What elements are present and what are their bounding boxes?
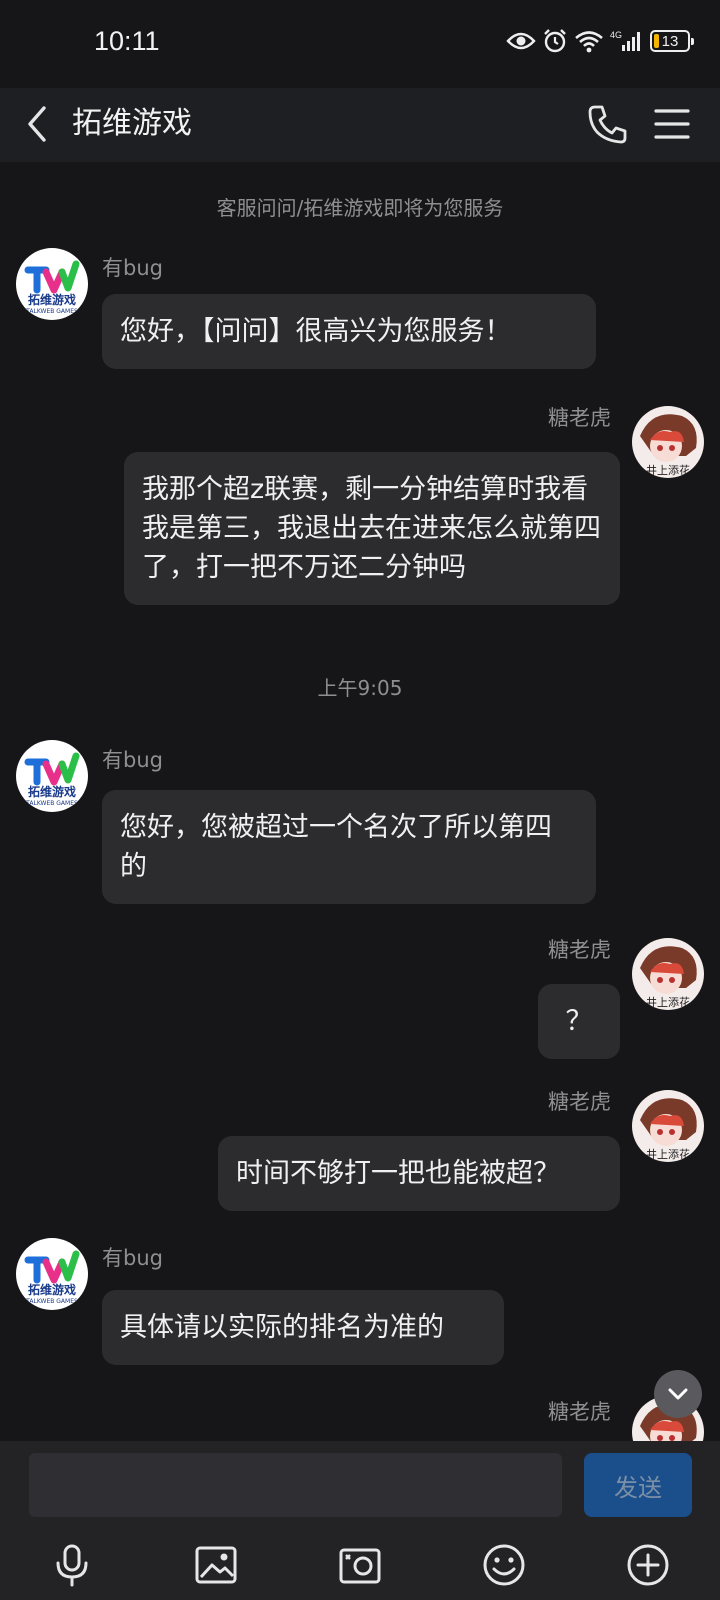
phone-icon — [588, 105, 627, 144]
svg-text:TALKWEB GAMES: TALKWEB GAMES — [25, 1298, 78, 1305]
message-bubble[interactable]: 您好，您被超过一个名次了所以第四的 — [102, 790, 596, 904]
svg-text:拓维游戏: 拓维游戏 — [28, 1282, 76, 1297]
svg-text:TALKWEB GAMES: TALKWEB GAMES — [25, 800, 78, 807]
call-button[interactable] — [586, 102, 630, 146]
microphone-icon — [56, 1544, 88, 1587]
alarm-icon — [542, 28, 568, 54]
scroll-to-bottom-button[interactable] — [654, 1370, 702, 1418]
message-bubble[interactable]: 我那个超z联赛，剩一分钟结算时我看我是第三，我退出去在进来怎么就第四了，打一把不… — [124, 452, 620, 605]
talkweb-logo-icon: 拓维游戏 TALKWEB GAMES — [24, 1250, 80, 1305]
sender-name: 有bug — [102, 1246, 163, 1270]
agent-avatar[interactable]: 拓维游戏 TALKWEB GAMES — [16, 248, 88, 320]
sender-name: 有bug — [102, 256, 163, 280]
battery-icon: 13 — [650, 30, 694, 52]
talkweb-logo-icon: 拓维游戏 TALKWEB GAMES — [24, 260, 80, 315]
eye-icon — [506, 30, 536, 52]
image-icon — [195, 1546, 237, 1584]
voice-button[interactable] — [48, 1541, 96, 1589]
message-timestamp: 上午9:05 — [317, 676, 403, 700]
agent-avatar[interactable]: 拓维游戏 TALKWEB GAMES — [16, 740, 88, 812]
status-time: 10:11 — [94, 26, 160, 56]
battery-level: 13 — [661, 32, 679, 50]
talkweb-logo-icon: 拓维游戏 TALKWEB GAMES — [24, 752, 80, 807]
plus-circle-icon — [627, 1544, 669, 1586]
chat-header: 拓维游戏 — [0, 88, 720, 162]
message-bubble[interactable]: 具体请以实际的排名为准的 — [102, 1290, 504, 1365]
svg-text:拓维游戏: 拓维游戏 — [28, 292, 76, 307]
input-bar: 发送 — [0, 1441, 720, 1600]
message-bubble[interactable]: 您好，【问问】很高兴为您服务！ — [102, 294, 596, 369]
image-button[interactable] — [192, 1541, 240, 1589]
svg-text:4G: 4G — [610, 30, 622, 40]
svg-text:拓维游戏: 拓维游戏 — [28, 784, 76, 799]
svg-text:井上添花: 井上添花 — [646, 1147, 690, 1161]
signal-icon: 4G — [610, 29, 644, 53]
emoji-button[interactable] — [480, 1541, 528, 1589]
message-bubble[interactable]: ？ — [538, 984, 620, 1059]
sender-name: 糖老虎 — [548, 1090, 611, 1114]
anime-avatar-icon: 井上添花 — [640, 1098, 697, 1161]
more-button[interactable] — [624, 1541, 672, 1589]
svg-text:井上添花: 井上添花 — [646, 463, 690, 477]
anime-avatar-icon: 井上添花 — [640, 946, 697, 1009]
sender-name: 糖老虎 — [548, 938, 611, 962]
status-bar: 10:11 4G 13 — [0, 0, 720, 88]
message-bubble[interactable]: 时间不够打一把也能被超？ — [218, 1136, 620, 1211]
sender-name: 糖老虎 — [548, 1400, 611, 1424]
back-button[interactable] — [22, 100, 62, 148]
page-title: 拓维游戏 — [72, 106, 192, 141]
chevron-down-icon — [668, 1388, 688, 1400]
sender-name: 糖老虎 — [548, 406, 611, 430]
message-list[interactable]: 客服问问/拓维游戏即将为您服务 拓维游戏 TALKWEB GAMES 有bug … — [0, 162, 720, 1441]
agent-avatar[interactable]: 拓维游戏 TALKWEB GAMES — [16, 1238, 88, 1310]
emoji-icon — [483, 1544, 525, 1586]
user-avatar[interactable]: 井上添花 — [632, 938, 704, 1010]
message-input[interactable] — [29, 1453, 562, 1517]
system-notice: 客服问问/拓维游戏即将为您服务 — [216, 196, 504, 220]
more-menu-button[interactable] — [650, 102, 694, 146]
send-button[interactable]: 发送 — [584, 1453, 692, 1517]
anime-avatar-icon: 井上添花 — [640, 414, 697, 477]
menu-icon — [654, 109, 690, 139]
wifi-icon — [574, 29, 604, 53]
back-arrow-icon — [28, 106, 46, 142]
camera-icon — [339, 1548, 381, 1584]
user-avatar[interactable]: 井上添花 — [632, 406, 704, 478]
camera-button[interactable] — [336, 1541, 384, 1589]
svg-text:TALKWEB GAMES: TALKWEB GAMES — [25, 308, 78, 315]
sender-name: 有bug — [102, 748, 163, 772]
user-avatar[interactable]: 井上添花 — [632, 1090, 704, 1162]
svg-text:井上添花: 井上添花 — [646, 995, 690, 1009]
